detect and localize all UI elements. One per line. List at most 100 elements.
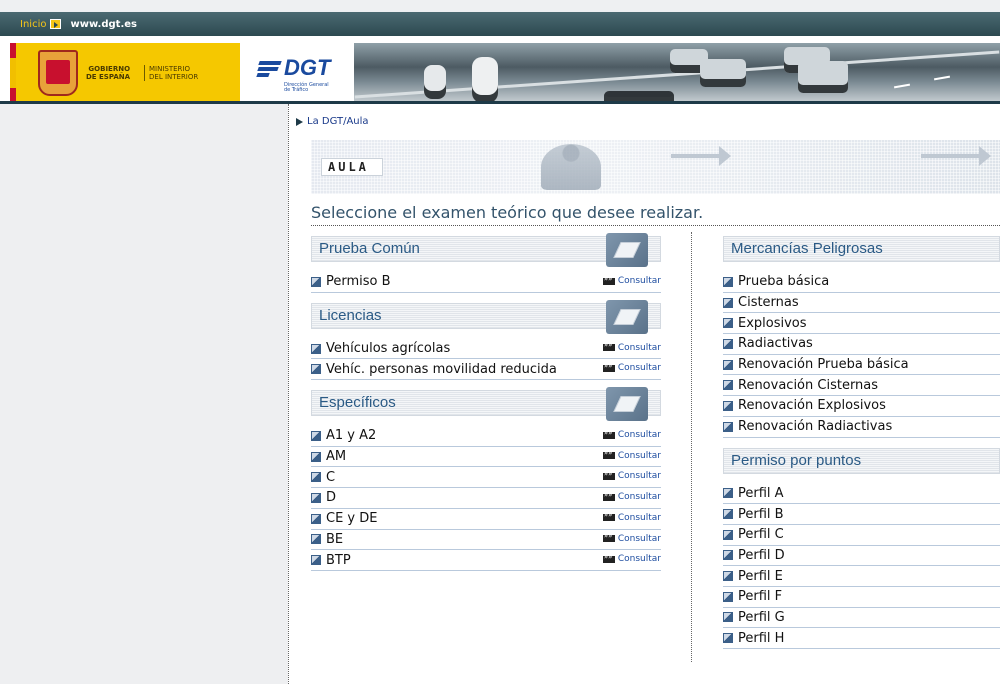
exam-row-radiactivas: Radiactivas — [723, 334, 1000, 355]
consultar-link[interactable]: Consultar — [602, 511, 661, 523]
section-header-prueba-comun: Prueba Común — [311, 233, 661, 267]
exam-link[interactable]: Perfil C — [738, 527, 784, 542]
consultar-link[interactable]: Consultar — [602, 362, 661, 374]
exam-bullet-icon — [723, 297, 733, 308]
exam-link[interactable]: D — [326, 490, 336, 505]
consultar-icon — [602, 532, 615, 542]
exam-bullet-icon — [723, 488, 733, 499]
consultar-link[interactable]: Consultar — [602, 449, 661, 461]
exam-row-perfil-f: Perfil F — [723, 587, 1000, 608]
exam-row-prueba-basica: Prueba básica — [723, 272, 1000, 293]
exam-link[interactable]: Perfil E — [738, 569, 783, 584]
section-title: Mercancías Peligrosas — [731, 240, 883, 257]
exam-bullet-icon — [723, 380, 733, 391]
exam-row-perfil-c: Perfil C — [723, 525, 1000, 546]
exam-row-cisternas: Cisternas — [723, 293, 1000, 314]
aula-banner: AULA — [311, 140, 1000, 194]
consultar-icon — [602, 491, 615, 501]
consultar-label: Consultar — [617, 430, 661, 441]
exam-link[interactable]: BE — [326, 532, 343, 547]
consultar-icon — [602, 511, 615, 522]
exam-link[interactable]: Explosivos — [738, 316, 807, 331]
sidebar-divider — [288, 104, 289, 684]
exam-bullet-icon — [723, 591, 733, 602]
consultar-label: Consultar — [617, 471, 661, 482]
consultar-link[interactable]: Consultar — [602, 275, 661, 286]
exam-bullet-icon — [311, 430, 321, 441]
dgt-logo-text: DGT — [284, 55, 331, 80]
header-banner: GOBIERNO DE ESPAÑA MINISTERIO DEL INTERI… — [0, 43, 1000, 104]
exam-row-d: D Consultar — [311, 488, 661, 509]
exam-bullet-icon — [723, 318, 733, 329]
exam-link[interactable]: Vehíc. personas movilidad reducida — [326, 362, 557, 377]
consultar-link[interactable]: Consultar — [602, 470, 661, 482]
left-sidebar — [0, 104, 288, 684]
exam-bullet-icon — [723, 509, 733, 520]
exam-bullet-icon — [311, 555, 321, 566]
exam-link[interactable]: CE y DE — [326, 511, 377, 526]
exam-link[interactable]: Perfil D — [738, 548, 785, 563]
inicio-link[interactable]: Inicio — [20, 19, 46, 30]
exam-row-a1-y-a2: A1 y A2 Consultar — [311, 426, 661, 447]
exam-link[interactable]: Prueba básica — [738, 274, 829, 289]
breadcrumb-link[interactable]: La DGT/Aula — [307, 116, 369, 127]
section-header-especificos: Específicos — [311, 387, 661, 422]
exam-link[interactable]: Renovación Cisternas — [738, 378, 878, 393]
consultar-link[interactable]: Consultar — [602, 532, 661, 544]
exam-link[interactable]: Perfil G — [738, 610, 785, 625]
exam-row-perfil-h: Perfil H — [723, 628, 1000, 649]
exam-link[interactable]: Renovación Prueba básica — [738, 357, 909, 372]
spacer — [0, 36, 1000, 43]
exam-row-am: AM Consultar — [311, 447, 661, 468]
exam-link[interactable]: Renovación Explosivos — [738, 398, 886, 413]
gobierno-logo-block[interactable]: GOBIERNO DE ESPAÑA MINISTERIO DEL INTERI… — [16, 43, 240, 103]
exam-link[interactable]: Perfil A — [738, 486, 784, 501]
consultar-link[interactable]: Consultar — [602, 491, 661, 503]
exam-link[interactable]: Cisternas — [738, 295, 799, 310]
exam-bullet-icon — [311, 513, 321, 524]
consultar-link[interactable]: Consultar — [602, 553, 661, 565]
exam-bullet-icon — [311, 451, 321, 462]
right-column: Mercancías Peligrosas Prueba básica Cister… — [723, 236, 1000, 649]
exam-bullet-icon — [311, 364, 321, 375]
exam-link[interactable]: Perfil B — [738, 507, 784, 522]
section-title: Prueba Común — [319, 240, 420, 257]
exam-link[interactable]: Radiactivas — [738, 336, 813, 351]
exam-bullet-icon — [723, 421, 733, 432]
exam-row-ce-y-de: CE y DE Consultar — [311, 509, 661, 530]
consultar-link[interactable]: Consultar — [602, 341, 661, 353]
top-strip — [0, 0, 1000, 12]
consultar-label: Consultar — [617, 363, 661, 374]
section-title: Licencias — [319, 306, 382, 324]
section-title: Permiso por puntos — [731, 451, 862, 469]
arrow-icon — [921, 146, 991, 166]
arrow-icon — [671, 146, 731, 166]
consultar-label: Consultar — [617, 342, 661, 353]
section-badge-icon — [606, 233, 648, 267]
top-bar: Inicio www.dgt.es — [0, 12, 1000, 36]
exam-link[interactable]: BTP — [326, 553, 351, 568]
exam-link[interactable]: AM — [326, 449, 346, 464]
consultar-link[interactable]: Consultar — [602, 429, 661, 441]
exam-row-permiso-b: Permiso B Consultar — [311, 272, 661, 293]
exam-bullet-icon — [723, 338, 733, 349]
exam-row-renovacion-prueba-basica: Renovación Prueba básica — [723, 355, 1000, 376]
exam-link[interactable]: A1 y A2 — [326, 428, 376, 443]
exam-link[interactable]: C — [326, 470, 335, 485]
exam-bullet-icon — [723, 276, 733, 287]
exam-bullet-icon — [723, 612, 733, 623]
consultar-label: Consultar — [617, 492, 661, 503]
exam-link[interactable]: Vehículos agrícolas — [326, 341, 450, 356]
home-arrow-icon[interactable] — [50, 19, 62, 29]
exam-bullet-icon — [311, 343, 321, 354]
exam-link[interactable]: Permiso B — [326, 274, 391, 289]
site-url: www.dgt.es — [70, 18, 137, 30]
dgt-logo[interactable]: DGT Dirección General de Tráfico — [254, 49, 354, 103]
section-header-licencias: Licencias — [311, 299, 661, 334]
exam-link[interactable]: Renovación Radiactivas — [738, 419, 892, 434]
consultar-label: Consultar — [617, 554, 661, 565]
exam-link[interactable]: Perfil H — [738, 631, 784, 646]
breadcrumb: La DGT/Aula — [296, 116, 369, 127]
exam-link[interactable]: Perfil F — [738, 589, 782, 604]
consultar-icon — [602, 362, 615, 372]
